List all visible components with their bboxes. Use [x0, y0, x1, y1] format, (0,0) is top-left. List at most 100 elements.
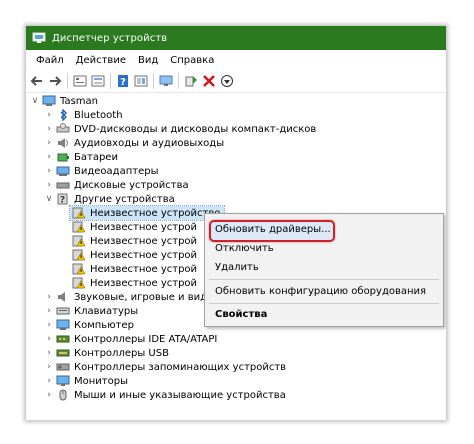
- expand-chevron-icon[interactable]: ›: [44, 348, 54, 358]
- collapse-chevron-icon[interactable]: ∨: [44, 194, 54, 204]
- expand-chevron-icon[interactable]: ›: [44, 166, 54, 176]
- expand-chevron-icon[interactable]: ›: [44, 376, 54, 386]
- context-menu-scan-hardware[interactable]: Обновить конфигурацию оборудования: [215, 283, 426, 299]
- unknown-device-warning-icon: [72, 249, 86, 261]
- tree-item-dvd[interactable]: › DVD-дисководы и дисководы компакт-диск…: [44, 122, 316, 136]
- context-menu-delete[interactable]: Удалить: [215, 259, 259, 275]
- tree-item-label: Мыши и иные указывающие устройства: [74, 389, 286, 401]
- context-menu-properties[interactable]: Свойства: [215, 306, 267, 322]
- tree-item-label: Другие устройства: [74, 193, 175, 205]
- expand-chevron-icon[interactable]: ›: [44, 152, 54, 162]
- tree-item-monitors[interactable]: › Мониторы: [44, 374, 128, 388]
- tree-item-label: DVD-дисководы и дисководы компакт-дисков: [74, 123, 317, 135]
- help-icon[interactable]: ?: [114, 72, 132, 90]
- tree-item-disk-drives[interactable]: › Дисковые устройства: [44, 178, 189, 192]
- tree-item-label: Мониторы: [74, 375, 128, 387]
- context-menu-separator: [209, 303, 439, 304]
- context-menu-separator: [209, 279, 439, 280]
- tree-item-unknown-device[interactable]: Неизвестное устрой: [70, 248, 197, 262]
- window-title: Диспетчер устройств: [52, 32, 168, 44]
- monitor-icon: [56, 375, 70, 387]
- tree-item-label: Клавиатуры: [74, 305, 139, 317]
- tree-item-display-adapters[interactable]: › Видеоадаптеры: [44, 164, 158, 178]
- toolbar-separator: [178, 73, 179, 89]
- menu-help[interactable]: Справка: [164, 55, 220, 66]
- expand-chevron-icon[interactable]: ›: [44, 180, 54, 190]
- device-manager-window: Диспетчер устройств Файл Действие Вид Сп…: [26, 26, 446, 420]
- tree-item-unknown-device-selected[interactable]: Неизвестное устройство: [68, 205, 226, 221]
- tree-item-keyboards[interactable]: › Клавиатуры: [44, 304, 138, 318]
- tree-item-unknown-device[interactable]: Неизвестное устрой: [70, 276, 197, 290]
- tree-item-bluetooth[interactable]: › Bluetooth: [44, 108, 123, 122]
- tree-item-unknown-device[interactable]: Неизвестное устрой: [70, 262, 197, 276]
- context-menu: Обновить драйверы... Отключить Удалить О…: [204, 213, 444, 327]
- tree-item-battery[interactable]: › Батареи: [44, 150, 118, 164]
- tree-root[interactable]: ∨ Tasman: [30, 94, 98, 108]
- expand-chevron-icon[interactable]: ›: [44, 334, 54, 344]
- tree-item-label: Контроллеры IDE ATA/ATAPI: [74, 333, 218, 345]
- context-menu-disable[interactable]: Отключить: [215, 240, 274, 256]
- uninstall-icon[interactable]: [200, 72, 218, 90]
- usb-controller-icon: [56, 347, 70, 359]
- computer-icon: [42, 95, 56, 107]
- tree-item-label: Неизвестное устрой: [90, 277, 198, 289]
- display-adapter-icon: [56, 165, 70, 177]
- menu-file[interactable]: Файл: [30, 55, 70, 66]
- menu-action[interactable]: Действие: [70, 55, 132, 66]
- tree-item-unknown-device[interactable]: Неизвестное устрой: [70, 234, 197, 248]
- tree-item-sound[interactable]: › Звуковые, игровые и вид: [44, 290, 207, 304]
- monitor-icon[interactable]: [157, 72, 175, 90]
- computer-icon: [56, 319, 70, 331]
- expand-chevron-icon[interactable]: ›: [44, 292, 54, 302]
- toolbar-separator: [153, 73, 154, 89]
- expand-chevron-icon[interactable]: ›: [44, 362, 54, 372]
- expand-chevron-icon[interactable]: ›: [44, 138, 54, 148]
- menu-view[interactable]: Вид: [132, 55, 164, 66]
- ide-controller-icon: [56, 333, 70, 345]
- toolbar-separator: [110, 73, 111, 89]
- download-icon[interactable]: [218, 72, 236, 90]
- unknown-device-warning-icon: [72, 207, 86, 219]
- unknown-device-warning-icon: [72, 221, 86, 233]
- back-icon[interactable]: [28, 72, 46, 90]
- tree-item-label: Батареи: [74, 151, 118, 163]
- tree-item-usb-controllers[interactable]: › Контроллеры USB: [44, 346, 169, 360]
- tree-item-label: Дисковые устройства: [74, 179, 189, 191]
- svg-text:?: ?: [60, 196, 65, 206]
- unknown-device-warning-icon: [72, 235, 86, 247]
- dvd-drive-icon: [56, 123, 70, 135]
- view-icon[interactable]: [132, 72, 150, 90]
- tree-item-ide-controllers[interactable]: › Контроллеры IDE ATA/ATAPI: [44, 332, 217, 346]
- tree-item-audio-io[interactable]: › Аудиовходы и аудиовыходы: [44, 136, 224, 150]
- tree-root-label: Tasman: [60, 95, 98, 107]
- toolbar: ?: [26, 70, 446, 93]
- context-menu-update-driver[interactable]: Обновить драйверы...: [215, 221, 331, 237]
- tree-item-label: Контроллеры USB: [74, 347, 169, 359]
- tree-item-label: Bluetooth: [74, 109, 123, 121]
- forward-icon[interactable]: [46, 72, 64, 90]
- other-devices-icon: ?: [56, 193, 70, 206]
- svg-text:?: ?: [120, 77, 126, 87]
- tree-item-unknown-device[interactable]: Неизвестное устрой: [70, 220, 197, 234]
- tree-item-mice[interactable]: › Мыши и иные указывающие устройства: [44, 388, 286, 402]
- expand-chevron-icon[interactable]: ›: [44, 110, 54, 120]
- unknown-device-warning-icon: [72, 263, 86, 275]
- expand-chevron-icon[interactable]: ›: [44, 320, 54, 330]
- tree-item-computer[interactable]: › Компьютер: [44, 318, 134, 332]
- tree-item-other-devices[interactable]: ∨ ? Другие устройства: [44, 192, 175, 206]
- expand-chevron-icon[interactable]: ›: [44, 390, 54, 400]
- update-driver-icon[interactable]: [182, 72, 200, 90]
- bluetooth-icon: [56, 108, 70, 122]
- expand-chevron-icon[interactable]: ›: [44, 306, 54, 316]
- title-bar[interactable]: Диспетчер устройств: [26, 26, 446, 50]
- show-hidden-icon[interactable]: [89, 72, 107, 90]
- expand-chevron-icon[interactable]: ›: [44, 124, 54, 134]
- properties-icon[interactable]: [71, 72, 89, 90]
- device-manager-app-icon: [32, 32, 46, 44]
- tree-item-label: Звуковые, игровые и вид: [74, 291, 208, 303]
- sound-icon: [56, 291, 70, 303]
- tree-item-storage-controllers[interactable]: › Контроллеры запоминающих устройств: [44, 360, 286, 374]
- tree-item-label: Контроллеры запоминающих устройств: [74, 361, 287, 373]
- collapse-chevron-icon[interactable]: ∨: [30, 96, 40, 106]
- audio-io-icon: [56, 137, 70, 149]
